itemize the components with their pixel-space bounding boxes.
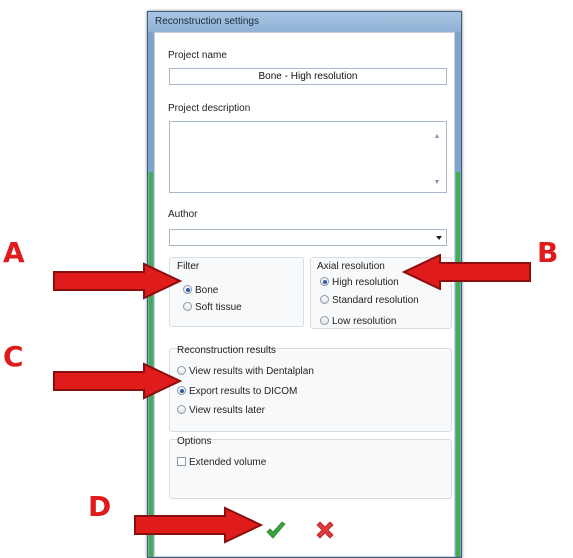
- filter-option-soft-tissue[interactable]: Soft tissue: [183, 302, 242, 314]
- extended-volume-checkbox[interactable]: Extended volume: [177, 457, 266, 469]
- author-combobox[interactable]: [169, 229, 447, 246]
- checkbox-icon: [177, 457, 186, 466]
- ok-checkmark-button[interactable]: [265, 520, 287, 542]
- annotation-label-c: C: [3, 340, 24, 373]
- axial-option-high[interactable]: High resolution: [320, 277, 399, 289]
- scroll-up-icon[interactable]: ▲: [432, 133, 442, 141]
- options-title: Options: [177, 436, 212, 447]
- window-title: Reconstruction settings: [148, 12, 461, 32]
- annotation-arrow-d: [134, 506, 264, 544]
- cancel-x-button[interactable]: [314, 520, 336, 542]
- window-right-edge: [456, 172, 460, 557]
- radio-icon: [183, 302, 192, 311]
- results-option-later[interactable]: View results later: [177, 405, 265, 417]
- annotation-arrow-a: [53, 262, 183, 300]
- axial-resolution-title: Axial resolution: [317, 261, 385, 272]
- results-option-dicom[interactable]: Export results to DICOM: [177, 386, 297, 398]
- project-description-textarea[interactable]: [169, 121, 447, 193]
- results-option-dentalplan[interactable]: View results with Dentalplan: [177, 366, 314, 378]
- radio-icon: [177, 405, 186, 414]
- axial-option-standard[interactable]: Standard resolution: [320, 295, 419, 307]
- annotation-arrow-b: [402, 254, 531, 290]
- dialog-client-area: Project name Bone - High resolution Proj…: [154, 32, 455, 557]
- radio-selected-icon: [320, 277, 329, 286]
- project-name-label: Project name: [168, 50, 227, 61]
- chevron-down-icon[interactable]: [436, 236, 442, 240]
- author-label: Author: [168, 209, 198, 220]
- reconstruction-results-title: Reconstruction results: [177, 345, 276, 356]
- project-name-input[interactable]: Bone - High resolution: [169, 68, 447, 85]
- axial-option-low[interactable]: Low resolution: [320, 316, 396, 328]
- annotation-label-b: B: [537, 236, 559, 269]
- radio-icon: [320, 316, 329, 325]
- project-description-label: Project description: [168, 103, 251, 114]
- radio-icon: [320, 295, 329, 304]
- options-group: [169, 439, 452, 499]
- scroll-down-icon[interactable]: ▼: [432, 179, 442, 187]
- filter-option-bone[interactable]: Bone: [183, 285, 218, 297]
- annotation-arrow-c: [53, 362, 183, 400]
- annotation-label-d: D: [88, 490, 112, 523]
- radio-selected-icon: [183, 285, 192, 294]
- annotation-label-a: A: [3, 236, 25, 269]
